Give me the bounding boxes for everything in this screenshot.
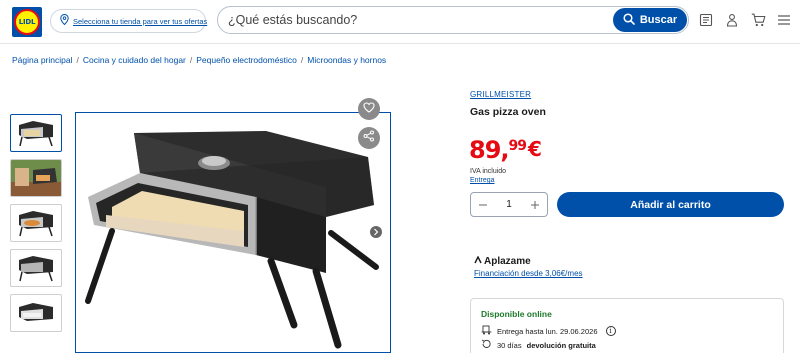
header-icons bbox=[698, 12, 792, 28]
favorite-button[interactable] bbox=[358, 98, 380, 120]
free-return-text: devolución gratuita bbox=[526, 340, 596, 350]
breadcrumb-item-microwaves-ovens[interactable]: Microondas y hornos bbox=[307, 55, 386, 65]
delivery-truck-icon bbox=[481, 325, 492, 337]
breadcrumb-separator: / bbox=[76, 55, 79, 65]
store-selector[interactable]: Selecciona tu tienda para ver tus oferta… bbox=[50, 9, 208, 33]
next-image-button[interactable] bbox=[370, 226, 382, 238]
product-brand-link[interactable]: GRILLMEISTER bbox=[470, 90, 531, 99]
add-to-cart-button[interactable]: Añadir al carrito bbox=[557, 192, 784, 217]
vat-note: IVA incluido bbox=[470, 168, 507, 175]
increase-quantity-button[interactable] bbox=[528, 198, 542, 212]
cart-icon[interactable] bbox=[750, 12, 766, 28]
aplazame-logo: Aplazame bbox=[474, 255, 531, 267]
share-button[interactable] bbox=[358, 127, 380, 149]
lidl-logo[interactable]: LIDL bbox=[12, 7, 42, 37]
breadcrumb-separator: / bbox=[300, 55, 304, 65]
store-selector-label: Selecciona tu tienda para ver tus oferta… bbox=[73, 16, 208, 26]
return-row: 30 días devolución gratuita bbox=[481, 339, 596, 351]
thumbnail-list bbox=[10, 114, 62, 332]
share-icon bbox=[363, 129, 375, 147]
location-pin-icon bbox=[60, 12, 69, 30]
breadcrumb-item-home[interactable]: Página principal bbox=[12, 55, 72, 65]
thumbnail-4[interactable] bbox=[10, 249, 62, 287]
availability-box: Disponible online Entrega hasta lun. 29.… bbox=[470, 298, 784, 353]
availability-title: Disponible online bbox=[481, 309, 552, 319]
search-button[interactable]: Buscar bbox=[613, 8, 687, 32]
quantity-stepper: 1 bbox=[470, 192, 548, 217]
catalog-icon[interactable] bbox=[698, 12, 714, 28]
decrease-quantity-button[interactable] bbox=[476, 198, 490, 212]
heart-icon bbox=[363, 100, 375, 118]
product-title: Gas pizza oven bbox=[470, 106, 546, 118]
thumbnail-1[interactable] bbox=[10, 114, 62, 152]
search-bar: Buscar bbox=[217, 6, 689, 34]
search-input[interactable] bbox=[228, 13, 608, 27]
info-icon[interactable]: i bbox=[605, 326, 616, 336]
financing-link[interactable]: Financiación desde 3,06€/mes bbox=[474, 269, 583, 278]
price-integer: 89, bbox=[469, 136, 510, 164]
aplazame-name: Aplazame bbox=[484, 256, 531, 267]
breadcrumb: Página principal / Cocina y cuidado del … bbox=[12, 55, 386, 65]
menu-icon[interactable] bbox=[776, 12, 792, 28]
logo-text: LIDL bbox=[18, 18, 36, 26]
breadcrumb-item-small-appliances[interactable]: Pequeño electrodoméstico bbox=[196, 55, 297, 65]
delivery-info-link[interactable]: Entrega bbox=[470, 177, 495, 184]
search-button-label: Buscar bbox=[639, 14, 678, 26]
aplazame-icon bbox=[474, 255, 482, 267]
product-main-image[interactable] bbox=[75, 112, 391, 353]
chevron-right-icon bbox=[373, 223, 379, 241]
delivery-row: Entrega hasta lun. 29.06.2026 i bbox=[481, 325, 616, 337]
quantity-value[interactable]: 1 bbox=[506, 199, 512, 210]
breadcrumb-item-kitchen[interactable]: Cocina y cuidado del hogar bbox=[83, 55, 186, 65]
return-icon bbox=[481, 339, 492, 351]
user-icon[interactable] bbox=[724, 12, 740, 28]
breadcrumb-separator: / bbox=[189, 55, 193, 65]
delivery-date-text: Entrega hasta lun. 29.06.2026 bbox=[497, 326, 598, 336]
return-days-text: 30 días bbox=[497, 340, 522, 350]
search-icon bbox=[623, 12, 635, 28]
product-price: 89, 99 € bbox=[469, 136, 542, 164]
thumbnail-3[interactable] bbox=[10, 204, 62, 242]
price-decimals: 99 bbox=[508, 138, 528, 154]
price-currency: € bbox=[528, 137, 542, 161]
header: LIDL Selecciona tu tienda para ver tus o… bbox=[0, 0, 800, 44]
thumbnail-2[interactable] bbox=[10, 159, 62, 197]
thumbnail-5[interactable] bbox=[10, 294, 62, 332]
